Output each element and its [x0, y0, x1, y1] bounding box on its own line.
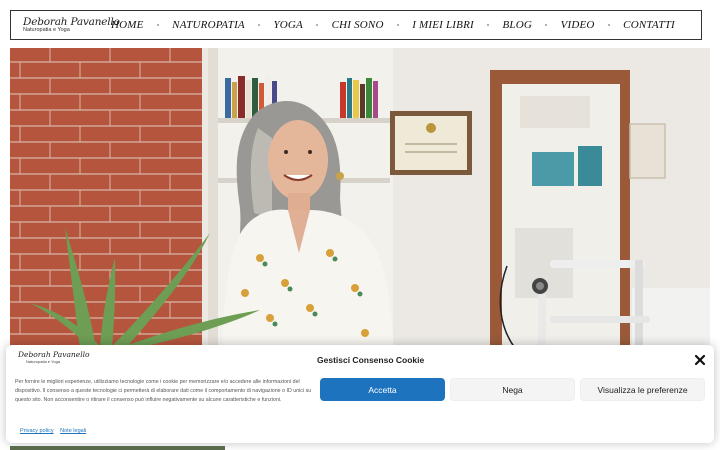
nav-separator [607, 24, 610, 26]
nav-i-miei-libri[interactable]: I MIEI LIBRI [412, 19, 474, 31]
hero-illustration [10, 48, 710, 348]
close-icon-glyph [694, 354, 706, 366]
legal-notes-link[interactable]: Note legali [60, 428, 86, 434]
nav-home[interactable]: HOME [111, 19, 144, 31]
privacy-policy-link[interactable]: Privacy policy [20, 428, 54, 434]
nav-video[interactable]: VIDEO [561, 19, 595, 31]
site-header: Deborah Pavanello Naturopatia e Yoga HOM… [10, 10, 702, 40]
nav-blog[interactable]: BLOG [502, 19, 532, 31]
nav-separator [487, 24, 490, 26]
nav-contatti[interactable]: CONTATTI [623, 19, 675, 31]
accept-button[interactable]: Accetta [320, 378, 445, 401]
hero-photo [10, 48, 710, 348]
main-nav: HOME NATUROPATIA YOGA CHI SONO I MIEI LI… [103, 19, 701, 31]
nav-separator [545, 24, 548, 26]
cookie-links: Privacy policy Note legali [20, 428, 91, 434]
deny-button[interactable]: Nega [450, 378, 575, 401]
logo-subtitle: Naturopatia e Yoga [23, 27, 70, 33]
nav-separator [316, 24, 319, 26]
nav-separator [396, 24, 399, 26]
cookie-title: Gestisci Consenso Cookie [317, 355, 425, 365]
nav-separator [156, 24, 159, 26]
nav-yoga[interactable]: YOGA [273, 19, 303, 31]
nav-naturopatia[interactable]: NATUROPATIA [172, 19, 245, 31]
cookie-consent-banner: Deborah Pavanello Naturopatia e Yoga Ges… [6, 345, 714, 443]
nav-chi-sono[interactable]: CHI SONO [332, 19, 384, 31]
nav-separator [258, 24, 261, 26]
cookie-logo-name: Deborah Pavanello [18, 350, 90, 359]
cookie-description: Per fornire le migliori esperienze, util… [15, 379, 312, 403]
cookie-logo-subtitle: Naturopatia e Yoga [26, 358, 61, 364]
site-logo[interactable]: Deborah Pavanello Naturopatia e Yoga [11, 15, 120, 34]
content-strip [10, 446, 225, 450]
logo-name: Deborah Pavanello [23, 15, 120, 28]
view-preferences-button[interactable]: Visualizza le preferenze [580, 378, 705, 401]
cookie-logo: Deborah Pavanello Naturopatia e Yoga [18, 351, 90, 364]
close-icon[interactable] [693, 353, 707, 367]
